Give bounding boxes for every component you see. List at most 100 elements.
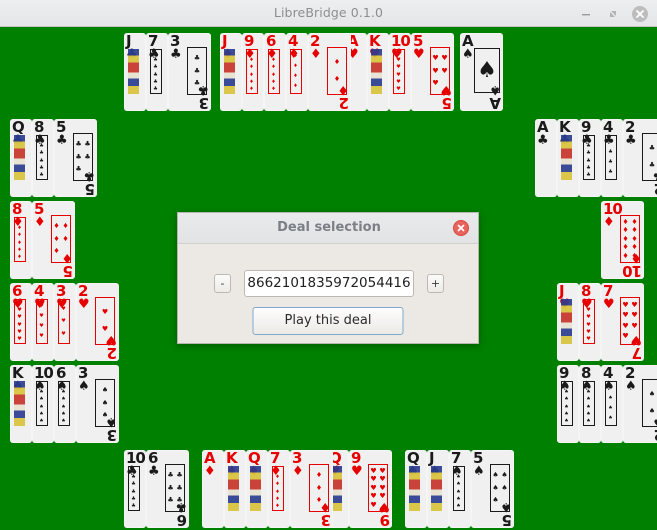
- card[interactable]: 2♠♠♠2♠: [623, 365, 657, 443]
- card-corner-index: 5 ♣: [56, 120, 74, 148]
- card[interactable]: 8 ♦ ♦ ♦ ♦ ♦ ♦ ♦: [10, 201, 32, 279]
- card[interactable]: K♠: [10, 365, 32, 443]
- card[interactable]: Q♣: [10, 119, 32, 197]
- card[interactable]: 5 ♦ ♦ ♦ ♦ ♦ ♦ 5 ♦: [32, 201, 75, 279]
- diamond-suit-icon: ♦: [319, 499, 331, 514]
- card[interactable]: 2 ♥ ♥ ♥ 2 ♥: [76, 283, 119, 361]
- heart-pip-icon: ♥: [396, 78, 401, 85]
- club-pip-icon: ♣: [176, 470, 183, 479]
- card[interactable]: Q♠: [405, 450, 427, 528]
- heart-pip-icon: ♥: [432, 66, 439, 75]
- card[interactable]: 9 ♥ ♥ ♥ ♥ ♥ ♥ ♥ ♥ ♥ ♥ 9 ♥: [349, 450, 392, 528]
- diamond-pip-icon: ♦: [249, 78, 254, 85]
- heart-pip-icon: ♥: [586, 335, 591, 342]
- window-minimize-button[interactable]: [577, 5, 595, 23]
- card[interactable]: 6 ♦ ♦ ♦ ♦ ♦ ♦ ♦: [264, 33, 286, 111]
- card-rank: 2: [646, 426, 657, 443]
- card[interactable]: 2 ♦ ♦ ♦ 2 ♦: [308, 33, 351, 111]
- window-maximize-button[interactable]: [604, 5, 622, 23]
- card[interactable]: 7 ♠ ♠ ♠ ♠ ♠ ♠ ♠: [449, 450, 471, 528]
- spade-pip-icon: ♠: [61, 417, 66, 424]
- card[interactable]: K♣: [557, 119, 579, 197]
- card-pips: ♥ ♥ ♥: [59, 299, 68, 344]
- card[interactable]: 5 ♣ ♣ ♣ ♣ ♣ ♣ 5 ♣: [54, 119, 97, 197]
- card-rank: K: [226, 450, 238, 467]
- card[interactable]: 3 ♣ ♣ ♣ ♣ 3 ♣: [168, 33, 211, 111]
- card[interactable]: 8 ♥ ♥ ♥ ♥ ♥ ♥ ♥: [579, 283, 601, 361]
- card[interactable]: 10 ♣ ♣ ♣ ♣ ♣ ♣ ♣: [124, 450, 146, 528]
- deal-decrement-button[interactable]: -: [214, 274, 231, 293]
- card[interactable]: A ♣: [535, 119, 557, 197]
- card-pips: ♦ ♦ ♦ ♦ ♦ ♦: [247, 49, 256, 94]
- card[interactable]: 10 ♥ ♥ ♥ ♥ ♥ ♥ ♥: [389, 33, 411, 111]
- heart-pip-icon: ♥: [622, 311, 629, 320]
- card[interactable]: 10 ♠ ♠ ♠ ♠ ♠ ♠ ♠: [32, 365, 54, 443]
- spade-pip-icon: ♠: [564, 382, 569, 389]
- card-rank: 10: [603, 201, 623, 218]
- card[interactable]: 7 ♦ ♦ ♦ ♦ ♦ ♦ ♦: [268, 450, 290, 528]
- dialog-close-icon[interactable]: [453, 220, 469, 236]
- card[interactable]: J♦: [220, 33, 242, 111]
- card[interactable]: K♥: [367, 33, 389, 111]
- card[interactable]: 2♣♣♣2♣: [623, 119, 657, 197]
- card[interactable]: J♣: [124, 33, 146, 111]
- card[interactable]: K♦: [224, 450, 246, 528]
- card[interactable]: 5 ♠ ♠ ♠ ♠ ♠ ♠ 5 ♠: [471, 450, 514, 528]
- window-titlebar: LibreBridge 0.1.0: [0, 0, 657, 27]
- heart-pip-icon: ♥: [586, 300, 591, 307]
- card[interactable]: A ♦: [202, 450, 224, 528]
- diamond-pip-icon: ♦: [293, 53, 298, 59]
- diamond-pip-icon: ♦: [17, 239, 22, 246]
- card[interactable]: J♥: [557, 283, 579, 361]
- card-rank: 7: [270, 450, 280, 467]
- card[interactable]: 9 ♠ ♠ ♠ ♠ ♠ ♠ ♠: [557, 365, 579, 443]
- club-suit-icon: ♣: [56, 133, 68, 148]
- diamond-pip-icon: ♦: [275, 467, 280, 474]
- card[interactable]: 3 ♠ ♠ ♠ ♠ 3 ♠: [76, 365, 119, 443]
- card[interactable]: 4 ♦ ♦ ♦ ♦ ♦: [286, 33, 308, 111]
- heart-pip-icon: ♥: [39, 323, 44, 329]
- club-pip-icon: ♣: [153, 78, 158, 85]
- card[interactable]: 3 ♦ ♦ ♦ ♦ 3 ♦: [290, 450, 333, 528]
- card[interactable]: 10 ♦ ♦ ♦ ♦ ♦ ♦ ♦ ♦ ♦ ♦ ♦ 10 ♦: [601, 201, 644, 279]
- window-close-button[interactable]: [631, 5, 649, 23]
- spade-pip-icon: ♠: [564, 396, 569, 403]
- card-corner-index-inverted: 5 ♣: [77, 168, 95, 197]
- card-rank: 10: [623, 262, 642, 279]
- card[interactable]: 5 ♥ ♥ ♥ ♥ ♥ ♥ 5 ♥: [411, 33, 454, 111]
- card[interactable]: 4 ♣ ♣ ♣ ♣ ♣: [601, 119, 623, 197]
- card[interactable]: 6 ♥ ♥ ♥ ♥ ♥ ♥ ♥: [10, 283, 32, 361]
- card[interactable]: 4 ♠ ♠ ♠ ♠ ♠: [601, 365, 623, 443]
- card[interactable]: 8 ♠ ♠ ♠ ♠ ♠ ♠ ♠: [579, 365, 601, 443]
- card-rank: 2: [107, 344, 117, 361]
- card-rank: 10: [34, 365, 54, 382]
- card[interactable]: A ♠ ♠ A ♠: [460, 33, 503, 111]
- spade-pip-icon: ♠: [39, 403, 44, 410]
- card[interactable]: J♠: [427, 450, 449, 528]
- spade-pip-icon: ♠: [456, 488, 461, 495]
- card[interactable]: 3 ♥ ♥ ♥ ♥: [54, 283, 76, 361]
- play-this-deal-button[interactable]: Play this deal: [252, 307, 404, 335]
- card[interactable]: 7 ♥ ♥ ♥ ♥ ♥ ♥ ♥ ♥ 7 ♥: [601, 283, 644, 361]
- card[interactable]: 8 ♣ ♣ ♣ ♣ ♣ ♣ ♣: [32, 119, 54, 197]
- heart-suit-icon: ♥: [440, 82, 452, 97]
- club-pip-icon: ♣: [586, 157, 591, 164]
- card[interactable]: 6 ♣ ♣ ♣ ♣ ♣ ♣ ♣ 6 ♣: [146, 450, 189, 528]
- card-corner-index: 5 ♥: [413, 34, 431, 62]
- card-pips: ♦ ♦ ♦ ♦ ♦ ♦: [273, 466, 282, 511]
- card[interactable]: Q♦: [246, 450, 268, 528]
- card-corner-index-inverted: 6 ♣: [169, 499, 187, 528]
- heart-pip-icon: ♥: [39, 313, 44, 319]
- card[interactable]: 9 ♦ ♦ ♦ ♦ ♦ ♦ ♦: [242, 33, 264, 111]
- card[interactable]: 9 ♣ ♣ ♣ ♣ ♣ ♣ ♣: [579, 119, 601, 197]
- spade-suit-icon: ♠: [78, 379, 90, 394]
- heart-suit-icon: ♥: [378, 499, 390, 514]
- diamond-pip-icon: ♦: [622, 234, 629, 243]
- deal-number-input[interactable]: 8662101835972054416: [244, 270, 414, 297]
- card-rank: 6: [266, 33, 276, 50]
- card[interactable]: 6 ♠ ♠ ♠ ♠ ♠ ♠ ♠: [54, 365, 76, 443]
- card[interactable]: 7 ♣ ♣ ♣ ♣ ♣ ♣ ♣: [146, 33, 168, 111]
- heart-pip-icon: ♥: [17, 307, 22, 314]
- deal-increment-button[interactable]: +: [427, 274, 444, 293]
- card[interactable]: 4 ♥ ♥ ♥ ♥ ♥: [32, 283, 54, 361]
